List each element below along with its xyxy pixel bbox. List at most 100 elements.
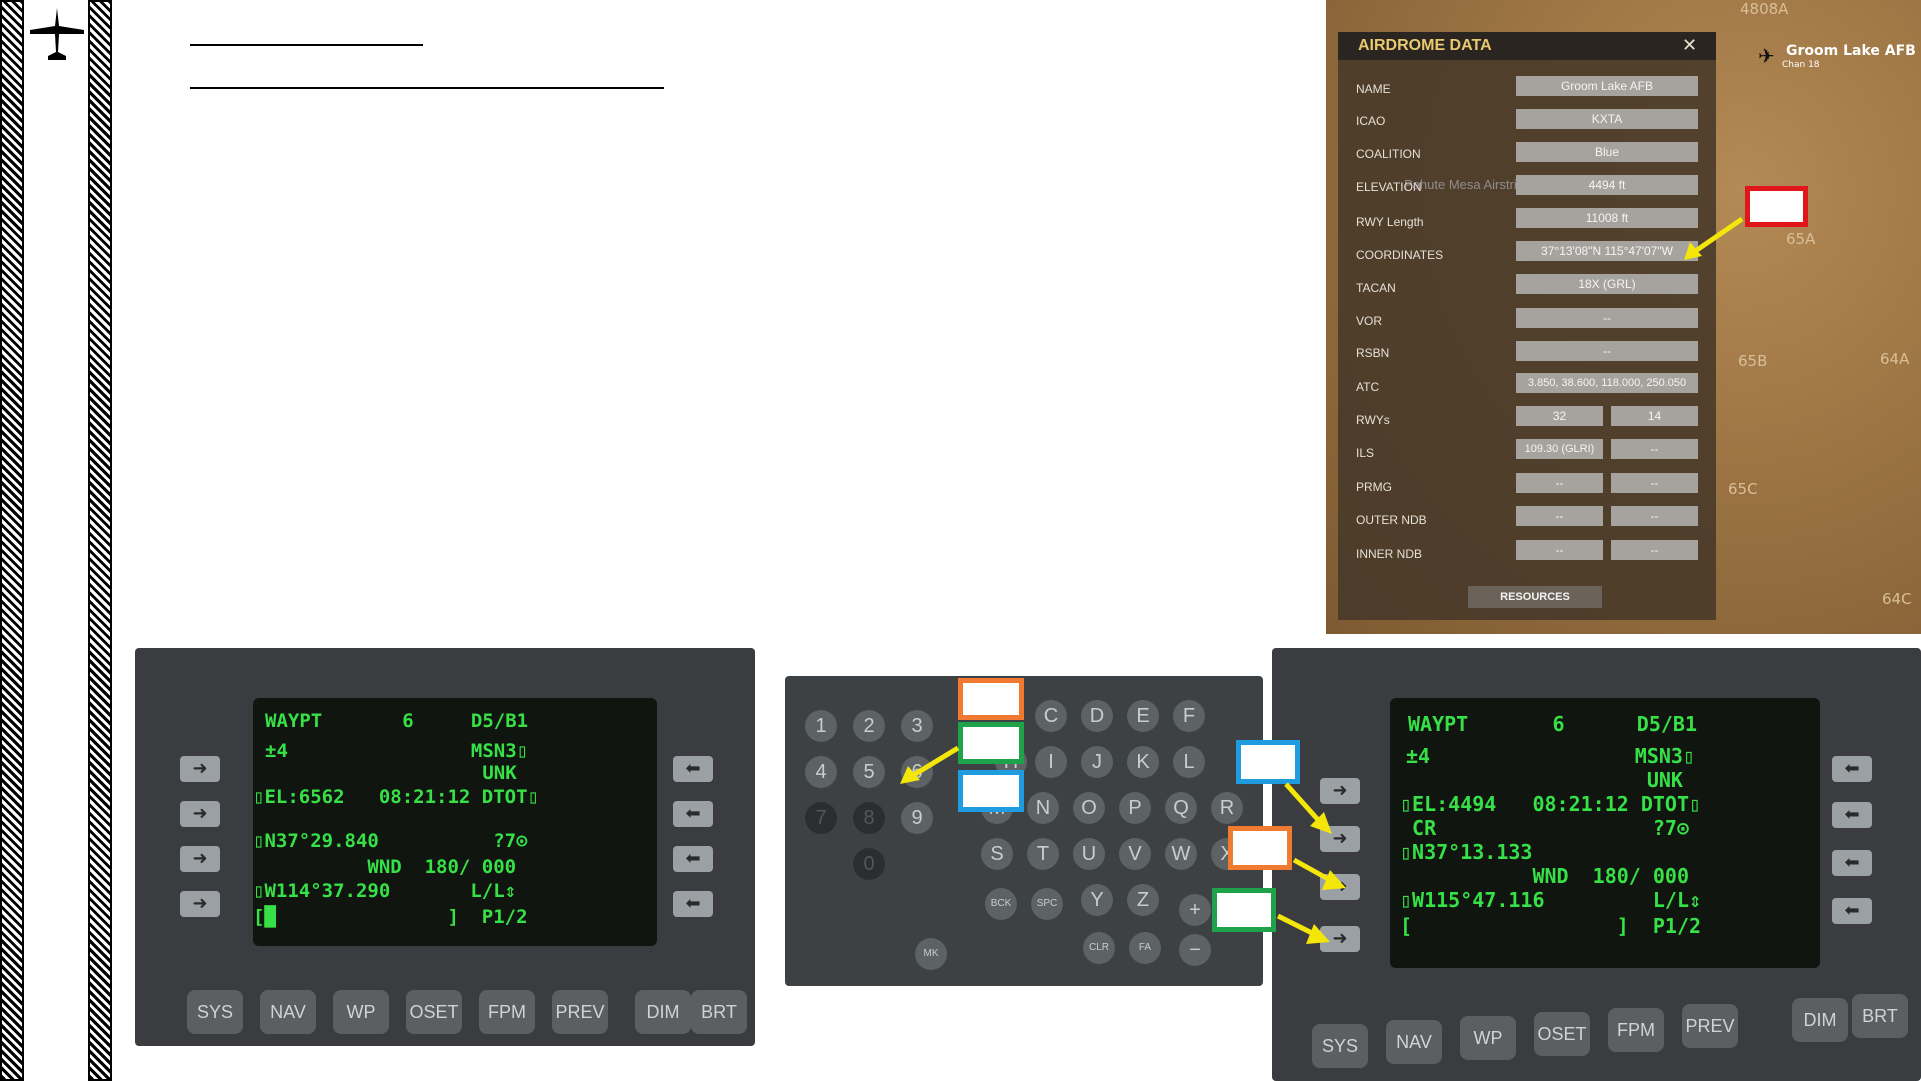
cdu-line: ▯N37°13.133	[1400, 840, 1533, 864]
key-d[interactable]: D	[1081, 700, 1113, 732]
brt-button[interactable]: BRT	[691, 990, 747, 1034]
key-4[interactable]: 4	[805, 756, 837, 788]
key-clr[interactable]: CLR	[1083, 932, 1115, 964]
key-k[interactable]: K	[1127, 746, 1159, 778]
key-0[interactable]: 0	[853, 848, 885, 880]
cdu-keyboard: 1 2 3 4 5 6 7 8 9 0 C D E F H I J K L M …	[785, 676, 1263, 986]
highlight-box-green	[958, 722, 1024, 764]
key-e[interactable]: E	[1127, 700, 1159, 732]
key-s[interactable]: S	[981, 838, 1013, 870]
row-label-atc: ATC	[1356, 380, 1380, 394]
field-vor: --	[1516, 308, 1698, 328]
arrow-lsk-2	[1292, 857, 1346, 890]
key-bck[interactable]: BCK	[985, 888, 1017, 920]
key-l[interactable]: L	[1173, 746, 1205, 778]
lsk-left-1[interactable]: ➜	[180, 756, 220, 782]
close-icon[interactable]: ✕	[1682, 35, 1697, 56]
airbase-name-label[interactable]: Groom Lake AFB	[1786, 43, 1916, 59]
field-rsbn: --	[1516, 341, 1698, 361]
key-1[interactable]: 1	[805, 710, 837, 742]
cdu-left: WAYPT 6 D5/B1 ±4 MSN3▯ UNK ▯EL:6562 08:2…	[135, 648, 755, 1046]
key-2[interactable]: 2	[853, 710, 885, 742]
sys-button[interactable]: SYS	[1312, 1024, 1368, 1068]
key-y[interactable]: Y	[1081, 884, 1113, 916]
key-8[interactable]: 8	[853, 802, 885, 834]
key-t[interactable]: T	[1027, 838, 1059, 870]
cdu-line: ▯W115°47.116 L/L⇕	[1400, 888, 1702, 912]
nav-button[interactable]: NAV	[260, 990, 316, 1034]
dim-button[interactable]: DIM	[635, 990, 691, 1034]
lsk-right-2[interactable]: ⬅	[673, 801, 713, 827]
key-v[interactable]: V	[1119, 838, 1151, 870]
arrow-keyboard	[900, 745, 960, 784]
key-plus[interactable]: +	[1179, 894, 1211, 926]
row-label-name: NAME	[1356, 82, 1391, 96]
nav-button[interactable]: NAV	[1386, 1020, 1442, 1064]
lsk-left-4[interactable]: ➜	[180, 891, 220, 917]
cdu-left-screen: WAYPT 6 D5/B1 ±4 MSN3▯ UNK ▯EL:6562 08:2…	[253, 698, 657, 946]
key-3[interactable]: 3	[901, 710, 933, 742]
key-mk[interactable]: MK	[915, 938, 947, 970]
field-outer-ndb-2: --	[1611, 506, 1698, 526]
field-coordinates: 37°13'08"N 115°47'07"W	[1516, 241, 1698, 261]
lsk-right-4[interactable]: ⬅	[1832, 898, 1872, 924]
key-f[interactable]: F	[1173, 700, 1205, 732]
lsk-left-3[interactable]: ➜	[180, 846, 220, 872]
wp-button[interactable]: WP	[1460, 1016, 1516, 1060]
highlight-box-green	[1212, 888, 1276, 932]
key-u[interactable]: U	[1073, 838, 1105, 870]
field-prmg-1: --	[1516, 473, 1603, 493]
field-ils-1: 109.30 (GLRI)	[1516, 439, 1603, 459]
arrow-lsk-1	[1284, 782, 1332, 834]
panel-title-text: AIRDROME DATA	[1358, 37, 1492, 54]
fpm-button[interactable]: FPM	[1608, 1008, 1664, 1052]
field-name: Groom Lake AFB	[1516, 76, 1698, 96]
right-hatch-border	[88, 0, 112, 1081]
key-q[interactable]: Q	[1165, 792, 1197, 824]
key-n[interactable]: N	[1027, 792, 1059, 824]
oset-button[interactable]: OSET	[1534, 1012, 1590, 1056]
row-label-outer-ndb: OUTER NDB	[1356, 513, 1427, 527]
key-fa[interactable]: FA	[1129, 932, 1161, 964]
key-w[interactable]: W	[1165, 838, 1197, 870]
key-j[interactable]: J	[1081, 746, 1113, 778]
prev-button[interactable]: PREV	[1682, 1004, 1738, 1048]
pahute-mesa-airstrip-label: Pahute Mesa Airstrip	[1404, 177, 1524, 192]
fpm-button[interactable]: FPM	[479, 990, 535, 1034]
panel-title: AIRDROME DATA	[1338, 32, 1716, 60]
key-spc[interactable]: SPC	[1031, 888, 1063, 920]
prev-button[interactable]: PREV	[552, 990, 608, 1034]
lsk-right-1[interactable]: ⬅	[1832, 756, 1872, 782]
resources-button[interactable]: RESOURCES	[1468, 586, 1602, 608]
key-7[interactable]: 7	[805, 802, 837, 834]
scratchpad: [█ ] P1/2	[253, 906, 528, 928]
oset-button[interactable]: OSET	[406, 990, 462, 1034]
lsk-right-2[interactable]: ⬅	[1832, 802, 1872, 828]
wp-button[interactable]: WP	[333, 990, 389, 1034]
key-c[interactable]: C	[1035, 700, 1067, 732]
key-9[interactable]: 9	[901, 802, 933, 834]
sys-button[interactable]: SYS	[187, 990, 243, 1034]
lsk-right-3[interactable]: ⬅	[673, 846, 713, 872]
cdu-right: WAYPT 6 D5/B1 ±4 MSN3▯ UNK ▯EL:4494 08:2…	[1272, 648, 1921, 1081]
row-label-tacan: TACAN	[1356, 281, 1396, 295]
key-r[interactable]: R	[1211, 792, 1243, 824]
lsk-left-2[interactable]: ➜	[180, 801, 220, 827]
field-rwys-2: 14	[1611, 406, 1698, 426]
key-minus[interactable]: −	[1179, 934, 1211, 966]
key-z[interactable]: Z	[1127, 884, 1159, 916]
key-i[interactable]: I	[1035, 746, 1067, 778]
key-5[interactable]: 5	[853, 756, 885, 788]
key-o[interactable]: O	[1073, 792, 1105, 824]
row-label-rwy-length: RWY Length	[1356, 215, 1424, 229]
field-tacan: 18X (GRL)	[1516, 274, 1698, 294]
row-label-ils: ILS	[1356, 446, 1375, 460]
lsk-right-3[interactable]: ⬅	[1832, 850, 1872, 876]
lsk-right-4[interactable]: ⬅	[673, 891, 713, 917]
key-p[interactable]: P	[1119, 792, 1151, 824]
airbase-icon[interactable]: ✈	[1758, 44, 1775, 68]
brt-button[interactable]: BRT	[1852, 994, 1908, 1038]
dim-button[interactable]: DIM	[1792, 998, 1848, 1042]
lsk-right-1[interactable]: ⬅	[673, 756, 713, 782]
highlight-box-blue	[958, 770, 1024, 812]
